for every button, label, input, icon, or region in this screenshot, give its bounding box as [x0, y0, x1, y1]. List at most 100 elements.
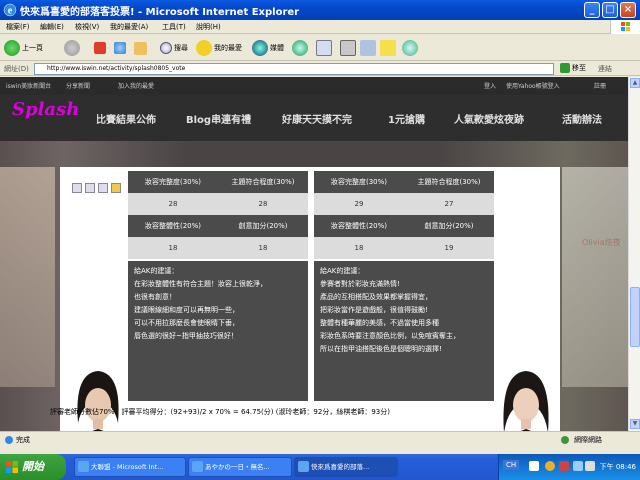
- close-button[interactable]: ×: [620, 2, 636, 18]
- top-link-share[interactable]: 分享新聞: [66, 81, 90, 90]
- left-h-overall: 妝容整體性(20%): [128, 215, 218, 237]
- left-advice-panel: 給AK的建議： 在彩妝整體性有符合主題！妝容上很乾淨， 也很有創意！ 建議眼線細…: [128, 261, 308, 401]
- ime-icon[interactable]: [529, 461, 539, 471]
- stop-button[interactable]: [94, 38, 108, 58]
- tray-shield-icon[interactable]: [559, 461, 569, 471]
- clock[interactable]: 下午 08:46: [600, 462, 636, 472]
- right-advice-line: 把彩妝當作是遊戲般，很值得鼓勵!: [320, 306, 428, 314]
- nav-results[interactable]: 比賽結果公佈: [96, 111, 156, 126]
- top-link-news[interactable]: iswin美妝新聞台: [6, 81, 51, 90]
- media-label: 媒體: [270, 44, 284, 52]
- task-button[interactable]: あやかの一日・無名...: [188, 457, 292, 477]
- top-link-favorite[interactable]: 加入我的最愛: [118, 81, 154, 90]
- search-label: 搜尋: [174, 44, 188, 52]
- task-label: 快來爲喜愛的部落...: [311, 463, 370, 471]
- refresh-button[interactable]: [114, 38, 128, 58]
- messenger-button[interactable]: [380, 38, 398, 58]
- scroll-thumb[interactable]: [630, 287, 640, 347]
- zone-text: 網際網路: [574, 436, 602, 444]
- print-button[interactable]: [340, 38, 358, 58]
- vertical-scrollbar[interactable]: ▲ ▼: [628, 77, 640, 431]
- left-h-creative: 創意加分(20%): [218, 215, 308, 237]
- go-arrow-icon: [560, 63, 570, 73]
- network-icon[interactable]: [573, 461, 583, 471]
- menu-edit[interactable]: 編輯(E): [40, 22, 64, 32]
- status-gap: [0, 447, 640, 454]
- forward-arrow-icon: [64, 40, 80, 56]
- zone-icon: [560, 435, 570, 445]
- title-bar[interactable]: e 快來爲喜愛的部落客投票! - Microsoft Internet Expl…: [0, 0, 640, 20]
- left-advice-line: 給AK的建議：: [134, 267, 179, 275]
- forward-button[interactable]: [64, 38, 82, 58]
- ie-task-icon: [192, 461, 203, 472]
- top-right-login[interactable]: 登入: [484, 81, 496, 90]
- print-icon[interactable]: [85, 183, 95, 193]
- research-button[interactable]: [402, 38, 420, 58]
- menu-tools[interactable]: 工具(T): [162, 22, 186, 32]
- web-page: iswin美妝新聞台 分享新聞 加入我的最愛 登入 使用Yahoo帳號登入 註冊…: [0, 77, 628, 431]
- left-advice-line: 唇色選的很好~指甲抽技巧很好！: [134, 332, 238, 340]
- left-score-table: 妝容完整度(30%) 主題符合程度(30%) 28 28 妝容整體性(20%) …: [128, 171, 308, 259]
- save-icon[interactable]: [72, 183, 82, 193]
- star-icon: [196, 40, 212, 56]
- ie-window: e 快來爲喜愛的部落客投票! - Microsoft Internet Expl…: [0, 0, 640, 480]
- task-button[interactable]: 大聯盟 - Microsoft Int...: [74, 457, 186, 477]
- volume-icon[interactable]: [585, 461, 595, 471]
- scroll-up-icon[interactable]: ▲: [630, 78, 640, 88]
- mail-icon[interactable]: [98, 183, 108, 193]
- top-right-yahoo[interactable]: 使用Yahoo帳號登入: [506, 81, 560, 90]
- right-h-overall: 妝容整體性(20%): [314, 215, 404, 237]
- right-score-table: 妝容完整度(30%) 主題符合程度(30%) 29 27 妝容整體性(20%) …: [314, 171, 494, 259]
- scroll-down-icon[interactable]: ▼: [630, 419, 640, 429]
- right-advice-line: 所以在指甲油搭配後色是個聰明的選擇!: [320, 345, 442, 353]
- history-icon: [292, 40, 308, 56]
- windows-logo: [610, 20, 640, 34]
- language-indicator[interactable]: CH: [503, 460, 520, 470]
- search-button[interactable]: 搜尋: [160, 38, 188, 58]
- nav-one-dollar[interactable]: 1元搶購: [388, 111, 425, 126]
- history-button[interactable]: [292, 38, 310, 58]
- mail-button[interactable]: [316, 38, 334, 58]
- links-label[interactable]: 連結: [598, 64, 612, 74]
- menu-file[interactable]: 檔案(F): [6, 22, 30, 32]
- top-right-register[interactable]: 註冊: [594, 81, 606, 90]
- right-h-theme: 主題符合程度(30%): [404, 171, 494, 193]
- score-summary: 評審老師分數佔70%，評審平均得分：(92+93)/2 x 70% = 64.7…: [50, 408, 390, 416]
- left-h-theme: 主題符合程度(30%): [218, 171, 308, 193]
- menu-help[interactable]: 說明(H): [196, 22, 221, 32]
- media-button[interactable]: 媒體: [252, 38, 284, 58]
- nav-blog[interactable]: Blog串連有禮: [186, 111, 251, 126]
- right-h-creative: 創意加分(20%): [404, 215, 494, 237]
- favorites-button[interactable]: 我的最愛: [196, 38, 242, 58]
- menu-view[interactable]: 檢視(V): [75, 22, 99, 32]
- edit-button[interactable]: [360, 38, 378, 58]
- go-button[interactable]: 移至: [560, 63, 586, 73]
- right-v-complete: 29: [314, 193, 404, 215]
- folder-icon[interactable]: [111, 183, 121, 193]
- site-logo[interactable]: Splash: [12, 99, 82, 137]
- nav-deals[interactable]: 好康天天摸不完: [282, 111, 352, 126]
- menu-favorites[interactable]: 我的最愛(A): [110, 22, 148, 32]
- mail-icon: [316, 40, 332, 56]
- start-button[interactable]: 開始: [0, 454, 66, 480]
- home-icon: [134, 41, 147, 55]
- address-input[interactable]: http://www.iswin.net/activity/splash0805…: [34, 63, 554, 75]
- back-button[interactable]: 上一頁: [4, 38, 43, 58]
- tray-app-icon[interactable]: [545, 461, 555, 471]
- right-banner-text: Olivia炫夜: [582, 238, 621, 247]
- home-button[interactable]: [134, 38, 149, 58]
- task-button-active[interactable]: 快來爲喜愛的部落...: [294, 457, 398, 477]
- task-label: あやかの一日・無名...: [205, 463, 270, 471]
- right-advice-line: 產品的互相搭配及效果都掌握得宜，: [320, 293, 432, 301]
- left-v-creative: 18: [218, 237, 308, 259]
- left-advice-line: 在彩妝整體性有符合主題！妝容上很乾淨，: [134, 280, 267, 288]
- status-page-icon: [4, 435, 14, 445]
- minimize-button[interactable]: _: [584, 2, 600, 18]
- go-label: 移至: [572, 64, 586, 72]
- maximize-button[interactable]: □: [602, 2, 618, 18]
- back-label: 上一頁: [22, 44, 43, 52]
- site-header: Splash 比賽結果公佈 Blog串連有禮 好康天天摸不完 1元搶購 人氣款愛…: [0, 95, 628, 141]
- nav-popular[interactable]: 人氣款愛炫夜跡: [454, 111, 524, 126]
- menu-bar: 檔案(F) 編輯(E) 檢視(V) 我的最愛(A) 工具(T) 說明(H): [0, 20, 640, 34]
- nav-rules[interactable]: 活動辦法: [562, 111, 602, 126]
